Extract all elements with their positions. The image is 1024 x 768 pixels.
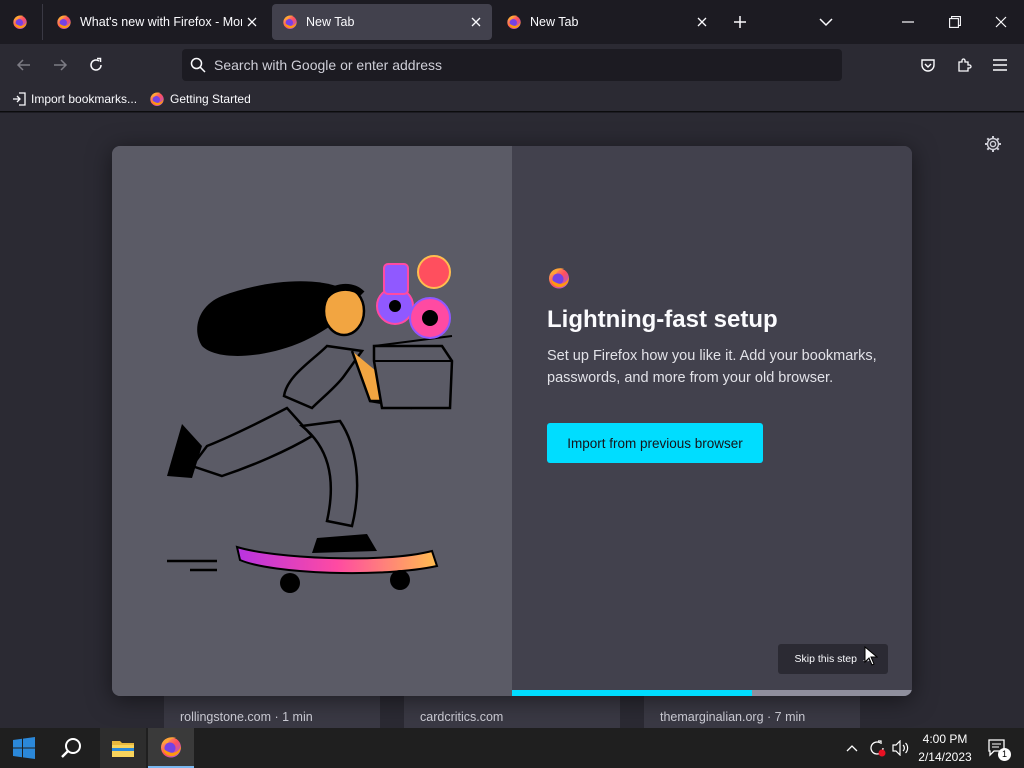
close-tab-icon[interactable]: [242, 12, 262, 32]
clock-time: 4:00 PM: [922, 732, 968, 746]
tab-new-tab-selected[interactable]: New Tab: [272, 4, 492, 40]
progress-fill: [512, 690, 752, 696]
onboarding-description: Set up Firefox how you like it. Add your…: [547, 348, 877, 386]
list-all-tabs-chevron-down-icon[interactable]: [808, 4, 844, 40]
show-hidden-icons-chevron-up-icon[interactable]: [842, 728, 862, 768]
tab-divider: [42, 4, 43, 40]
firefox-favicon-icon: [506, 14, 522, 30]
onboarding-title: Lightning-fast setup: [547, 306, 778, 333]
tab-strip: What's new with Firefox - More New Tab N…: [0, 0, 1024, 44]
onboarding-illustration: [112, 146, 512, 696]
onboarding-dialog: Lightning-fast setup Set up Firefox how …: [112, 146, 912, 696]
top-site-label: themarginalian.org · 7 min: [660, 710, 806, 724]
close-tab-icon[interactable]: [466, 12, 486, 32]
tab-title: New Tab: [306, 15, 355, 29]
tab-whats-new[interactable]: What's new with Firefox - More: [46, 4, 268, 40]
firefox-logo-icon: [547, 266, 571, 290]
bookmark-label: Import bookmarks...: [31, 91, 138, 106]
bookmarks-toolbar: Import bookmarks... Getting Started: [0, 86, 1024, 112]
bookmark-getting-started[interactable]: Getting Started: [149, 88, 255, 110]
firefox-menu-icon[interactable]: [12, 14, 28, 30]
close-window-icon[interactable]: [983, 4, 1019, 40]
reload-icon[interactable]: [80, 49, 112, 81]
navigation-toolbar: [0, 44, 1024, 86]
windows-start-icon[interactable]: [4, 728, 44, 768]
gear-icon[interactable]: [983, 134, 1003, 154]
top-site-label: rollingstone.com · 1 min: [180, 710, 313, 724]
top-site-card[interactable]: rollingstone.com · 1 min: [164, 696, 380, 728]
top-site-card[interactable]: themarginalian.org · 7 min: [644, 696, 860, 728]
address-bar[interactable]: [182, 49, 842, 81]
firefox-favicon-icon: [56, 14, 72, 30]
volume-icon[interactable]: [890, 728, 912, 768]
clock-date: 2/14/2023: [918, 750, 972, 764]
url-search-input[interactable]: [214, 57, 842, 73]
action-center-notification-icon[interactable]: 1: [984, 728, 1012, 768]
firefox-favicon-icon: [282, 14, 298, 30]
new-tab-page: rollingstone.com · 1 min cardcritics.com…: [0, 113, 1024, 728]
bookmark-import[interactable]: Import bookmarks...: [12, 88, 141, 110]
onboarding-progress-bar: [512, 690, 912, 696]
windows-taskbar: 4:00 PM 2/14/2023 1: [0, 728, 1024, 768]
import-from-previous-browser-button[interactable]: Import from previous browser: [547, 423, 763, 463]
top-site-card[interactable]: cardcritics.com: [404, 696, 620, 728]
tab-title: What's new with Firefox - More: [80, 15, 242, 29]
extensions-puzzle-icon[interactable]: [948, 49, 980, 81]
forward-arrow-icon[interactable]: [44, 49, 76, 81]
tab-new-tab[interactable]: New Tab: [496, 4, 718, 40]
search-icon: [190, 57, 206, 73]
import-icon: [12, 91, 26, 106]
notification-count-badge: 1: [998, 748, 1011, 761]
mouse-cursor-icon: [864, 645, 879, 671]
minimize-icon[interactable]: [890, 4, 926, 40]
pocket-icon[interactable]: [912, 49, 944, 81]
bookmark-label: Getting Started: [170, 91, 251, 106]
app-menu-hamburger-icon[interactable]: [984, 49, 1016, 81]
search-icon[interactable]: [52, 728, 92, 768]
back-arrow-icon[interactable]: [8, 49, 40, 81]
restore-icon[interactable]: [937, 4, 973, 40]
tab-title: New Tab: [530, 15, 579, 29]
firefox-taskbar-icon[interactable]: [148, 728, 194, 768]
top-site-label: cardcritics.com: [420, 710, 504, 724]
close-tab-icon[interactable]: [692, 12, 712, 32]
new-tab-plus-icon[interactable]: [722, 4, 758, 40]
network-sync-icon[interactable]: [866, 728, 888, 768]
onboarding-content: Lightning-fast setup Set up Firefox how …: [512, 146, 912, 696]
taskbar-clock[interactable]: 4:00 PM 2/14/2023: [912, 730, 978, 766]
file-explorer-icon[interactable]: [100, 728, 146, 768]
firefox-icon: [149, 91, 165, 107]
skip-label: Skip this step: [794, 653, 857, 665]
